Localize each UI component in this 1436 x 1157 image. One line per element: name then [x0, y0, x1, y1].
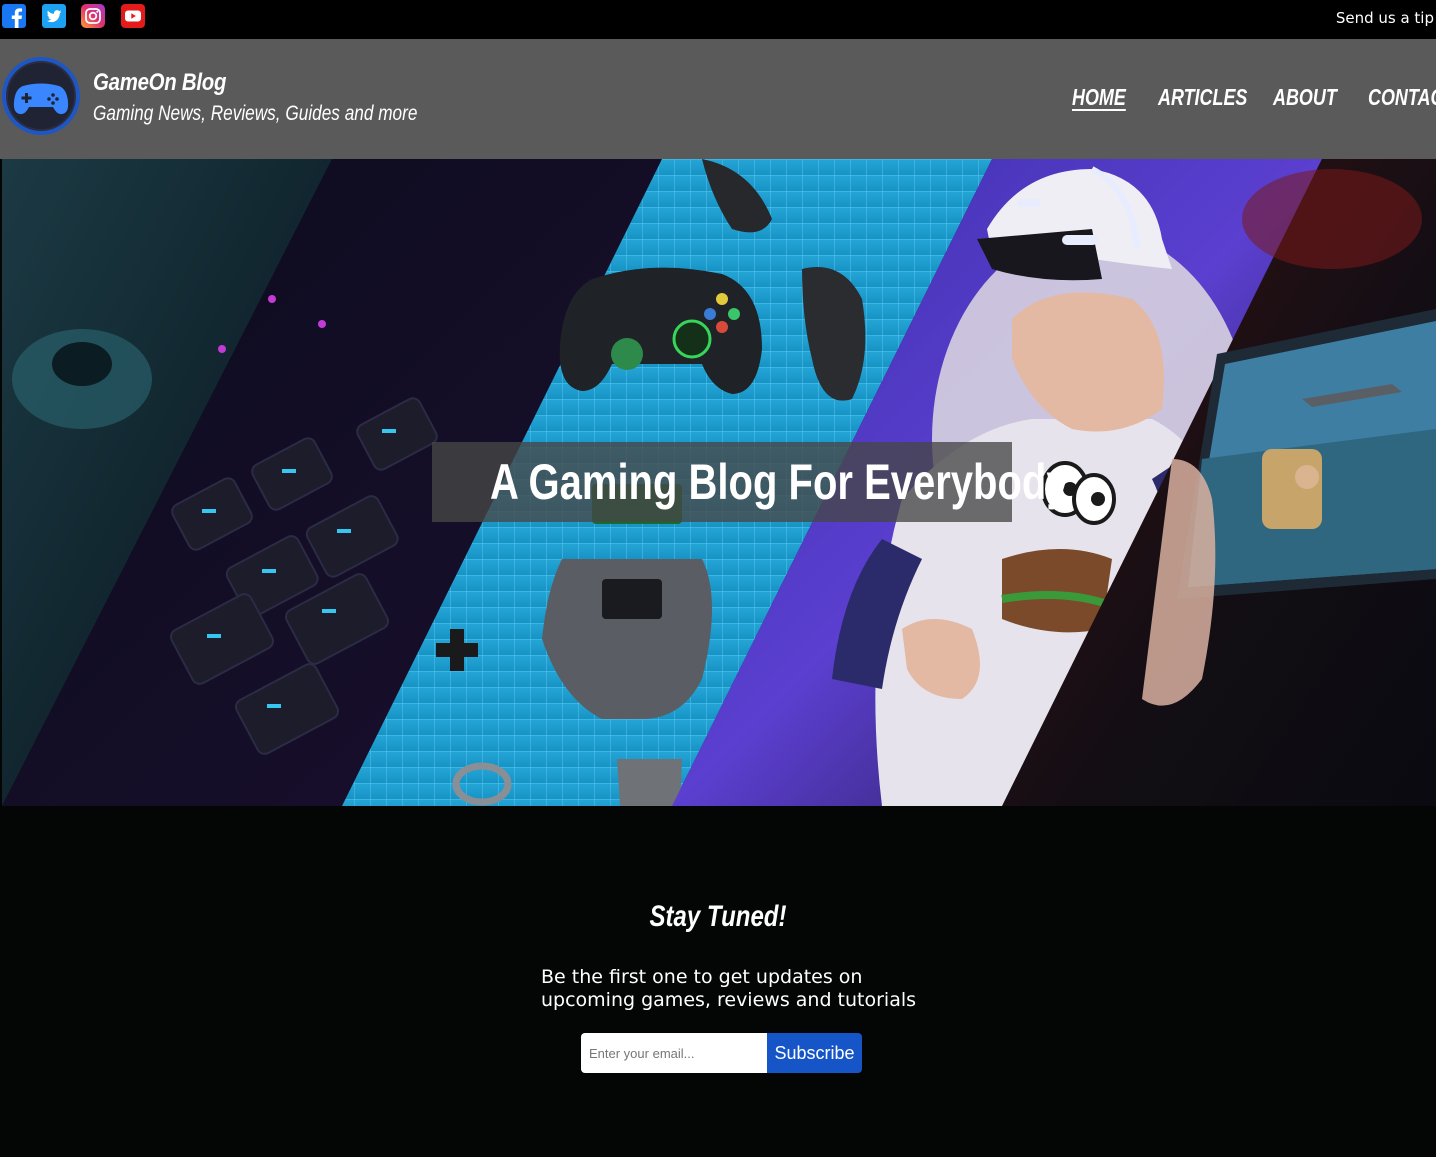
- instagram-icon[interactable]: [81, 4, 105, 28]
- newsletter-section: Stay Tuned! Be the first one to get upda…: [0, 806, 1436, 1157]
- subscribe-button[interactable]: Subscribe: [767, 1033, 862, 1073]
- nav-home[interactable]: HOME: [1072, 84, 1126, 111]
- email-input[interactable]: [581, 1033, 767, 1073]
- send-tip-link[interactable]: Send us a tip: [1336, 9, 1434, 27]
- subscribe-form: Subscribe: [581, 1033, 862, 1073]
- brand-tagline: Gaming News, Reviews, Guides and more: [93, 102, 418, 125]
- hero-title: A Gaming Blog For Everybody: [490, 454, 1069, 510]
- youtube-icon[interactable]: [121, 4, 145, 28]
- gamepad-icon[interactable]: [1, 56, 81, 136]
- hero-banner: A Gaming Blog For Everybody: [2, 159, 1436, 806]
- top-bar: Send us a tip: [0, 0, 1436, 39]
- hero-title-box: A Gaming Blog For Everybody: [432, 442, 1069, 522]
- brand-name[interactable]: GameOn Blog: [93, 69, 226, 97]
- newsletter-title: Stay Tuned!: [649, 900, 787, 933]
- nav-articles[interactable]: ARTICLES: [1158, 84, 1247, 111]
- nav-about[interactable]: ABOUT: [1273, 84, 1337, 111]
- twitter-icon[interactable]: [42, 4, 66, 28]
- site-header: GameOn Blog Gaming News, Reviews, Guides…: [0, 39, 1436, 159]
- facebook-icon[interactable]: [2, 4, 26, 28]
- newsletter-description: Be the first one to get updates on upcom…: [541, 966, 917, 1011]
- nav-contact[interactable]: CONTACT: [1368, 84, 1436, 111]
